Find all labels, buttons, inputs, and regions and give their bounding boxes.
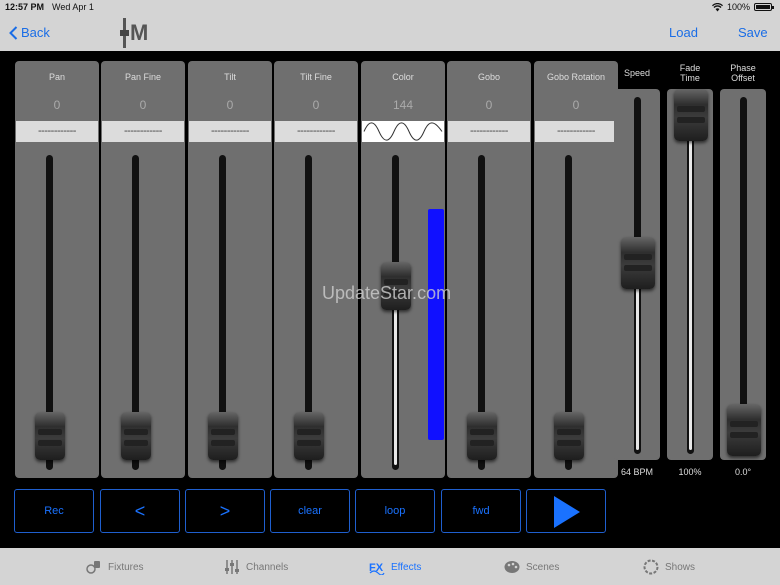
fader-knob[interactable] (554, 412, 584, 460)
waveform-selector[interactable]: ------------ (448, 121, 530, 142)
nav-bar: Back M Load Save (0, 14, 780, 51)
fx-param-label: Phase Offset (718, 63, 768, 83)
loop-button[interactable]: loop (355, 489, 435, 533)
battery-percent: 100% (726, 2, 750, 12)
channel-value: 0 (572, 98, 580, 112)
scenes-icon (504, 561, 520, 573)
tab-channels[interactable]: Channels (224, 557, 288, 577)
waveform-selector[interactable]: ------------ (102, 121, 184, 142)
fx-fader-knob[interactable] (621, 237, 655, 290)
status-time: 12:57 PM (5, 2, 45, 12)
channel-value: 0 (139, 98, 147, 112)
fx-fader-knob[interactable] (727, 404, 761, 456)
fx-param-label: Fade Time (665, 63, 715, 83)
fx-param-value: 64 BPM (620, 467, 653, 477)
load-button[interactable]: Load (669, 25, 698, 40)
back-button[interactable]: Back (9, 25, 50, 40)
waveform-selector[interactable]: ------------ (535, 121, 617, 142)
channel-label: Pan (48, 72, 65, 82)
save-button[interactable]: Save (738, 25, 768, 40)
waveform-selector[interactable]: ------------ (189, 121, 271, 142)
battery-icon (754, 3, 774, 11)
fader-knob[interactable] (121, 412, 151, 460)
chevron-left-icon (9, 25, 18, 40)
fx-param-label-line: Time (680, 73, 700, 83)
fx-fader-track[interactable] (740, 97, 747, 454)
wifi-icon (711, 2, 723, 11)
channel-label: Gobo Rotation (546, 72, 606, 82)
direction-button[interactable]: fwd (441, 489, 521, 533)
fx-param-value: 100% (678, 467, 702, 477)
clear-button[interactable]: clear (270, 489, 350, 533)
shows-icon (643, 559, 659, 575)
waveform-selector[interactable]: ------------ (275, 121, 357, 142)
channel-value: 144 (392, 98, 414, 112)
channel-label: Pan Fine (124, 72, 162, 82)
waveform-selector[interactable]: ------------ (16, 121, 98, 142)
channel-label: Tilt Fine (300, 72, 332, 82)
tab-fixtures[interactable]: Fixtures (86, 557, 144, 577)
fader-track[interactable] (392, 155, 399, 470)
fx-param-label-line: Fade (679, 63, 701, 73)
channel-label: Tilt (224, 72, 236, 82)
back-label: Back (21, 25, 50, 40)
status-bar: 12:57 PM Wed Apr 1 100% (0, 0, 780, 14)
watermark: UpdateStar.com (322, 283, 452, 303)
tab-label: Shows (665, 561, 696, 573)
fader-knob[interactable] (208, 412, 238, 460)
sine-wave-icon[interactable] (362, 121, 444, 142)
tab-shows[interactable]: Shows (643, 557, 695, 577)
tab-label: Scenes (526, 561, 560, 573)
channel-value: 0 (226, 98, 234, 112)
status-date: Wed Apr 1 (52, 2, 94, 12)
app-logo: M (119, 16, 153, 48)
play-icon (554, 496, 580, 528)
status-right: 100% (711, 2, 774, 12)
fx-fader-knob[interactable] (674, 89, 708, 141)
channel-value: 0 (312, 98, 320, 112)
tab-scenes[interactable]: Scenes (504, 557, 559, 577)
fx-param-label-line: Speed (623, 68, 651, 78)
next-button[interactable]: > (185, 489, 265, 533)
fx-param-label-line: Phase (730, 63, 756, 73)
fader-knob[interactable] (35, 412, 65, 460)
tab-bar: Fixtures Channels FX Effects Scenes Show… (0, 548, 780, 585)
tab-label: Fixtures (108, 561, 144, 573)
prev-button[interactable]: < (100, 489, 180, 533)
fixtures-icon (86, 561, 100, 574)
channel-value: 0 (485, 98, 493, 112)
channels-icon (225, 560, 239, 574)
fx-param-value: 0.0° (734, 467, 752, 477)
fx-fader-track[interactable] (687, 97, 694, 454)
effects-icon: FX (369, 562, 385, 575)
fx-param-label-line: Offset (731, 73, 755, 83)
tab-label: Channels (246, 561, 289, 573)
tab-label: Effects (391, 561, 422, 573)
color-level-meter (428, 209, 444, 440)
logo-text: M (130, 20, 149, 45)
rec-button[interactable]: Rec (14, 489, 94, 533)
channel-label: Gobo (477, 72, 501, 82)
fader-knob[interactable] (467, 412, 497, 460)
fader-knob[interactable] (294, 412, 324, 460)
fx-param-label: Speed (612, 68, 662, 78)
channel-value: 0 (53, 98, 61, 112)
channel-label: Color (392, 72, 414, 82)
tab-effects[interactable]: FX Effects (369, 557, 421, 577)
